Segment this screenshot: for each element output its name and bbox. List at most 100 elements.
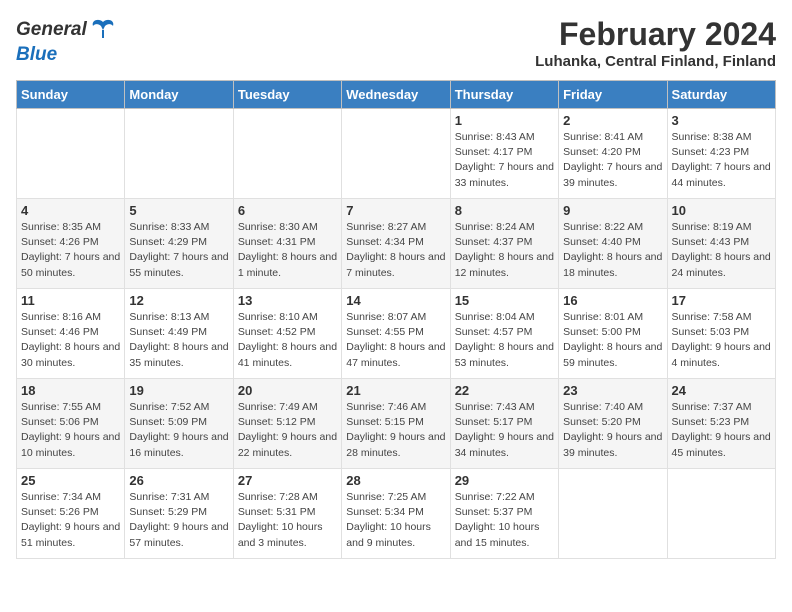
calendar-cell: 8 Sunrise: 8:24 AM Sunset: 4:37 PM Daylig… — [450, 199, 558, 289]
day-detail: Sunrise: 8:41 AM Sunset: 4:20 PM Dayligh… — [563, 130, 662, 191]
day-number: 15 — [455, 293, 554, 308]
day-number: 24 — [672, 383, 771, 398]
calendar-cell: 9Sunrise: 8:22 AM Sunset: 4:40 PM Daylig… — [559, 199, 667, 289]
day-number: 18 — [21, 383, 120, 398]
day-number: 2 — [563, 113, 662, 128]
day-number: 17 — [672, 293, 771, 308]
weekday-header-monday: Monday — [125, 81, 233, 109]
calendar-cell: 26 Sunrise: 7:31 AM Sunset: 5:29 PM Dayli… — [125, 469, 233, 559]
calendar-week-row: 4Sunrise: 8:35 AM Sunset: 4:26 PM Daylig… — [17, 199, 776, 289]
day-number: 7 — [346, 203, 445, 218]
calendar-cell: 29 Sunrise: 7:22 AM Sunset: 5:37 PM Dayli… — [450, 469, 558, 559]
page-title: February 2024 — [535, 16, 776, 53]
day-number: 16 — [563, 293, 662, 308]
calendar-cell — [17, 109, 125, 199]
day-number: 1 — [455, 113, 554, 128]
day-detail: Sunrise: 7:37 AM Sunset: 5:23 PM Dayligh… — [672, 400, 771, 461]
calendar-cell: 10 Sunrise: 8:19 AM Sunset: 4:43 PM Dayli… — [667, 199, 775, 289]
calendar-cell: 5 Sunrise: 8:33 AM Sunset: 4:29 PM Daylig… — [125, 199, 233, 289]
calendar-cell: 2 Sunrise: 8:41 AM Sunset: 4:20 PM Daylig… — [559, 109, 667, 199]
title-area: February 2024 Luhanka, Central Finland, … — [535, 16, 776, 70]
calendar-cell: 23 Sunrise: 7:40 AM Sunset: 5:20 PM Dayli… — [559, 379, 667, 469]
calendar-cell: 14Sunrise: 8:07 AM Sunset: 4:55 PM Dayli… — [342, 289, 450, 379]
calendar-cell: 22Sunrise: 7:43 AM Sunset: 5:17 PM Dayli… — [450, 379, 558, 469]
day-detail: Sunrise: 8:10 AM Sunset: 4:52 PM Dayligh… — [238, 310, 337, 371]
calendar-cell — [342, 109, 450, 199]
day-detail: Sunrise: 7:40 AM Sunset: 5:20 PM Dayligh… — [563, 400, 662, 461]
day-detail: Sunrise: 8:35 AM Sunset: 4:26 PM Dayligh… — [21, 220, 120, 281]
day-number: 5 — [129, 203, 228, 218]
calendar-cell — [559, 469, 667, 559]
calendar-week-row: 25 Sunrise: 7:34 AM Sunset: 5:26 PM Dayli… — [17, 469, 776, 559]
day-number: 28 — [346, 473, 445, 488]
day-detail: Sunrise: 8:04 AM Sunset: 4:57 PM Dayligh… — [455, 310, 554, 371]
day-number: 11 — [21, 293, 120, 308]
day-number: 26 — [129, 473, 228, 488]
calendar-cell: 4Sunrise: 8:35 AM Sunset: 4:26 PM Daylig… — [17, 199, 125, 289]
calendar-body: 1 Sunrise: 8:43 AM Sunset: 4:17 PM Daylig… — [17, 109, 776, 559]
day-detail: Sunrise: 7:46 AM Sunset: 5:15 PM Dayligh… — [346, 400, 445, 461]
calendar-cell: 24 Sunrise: 7:37 AM Sunset: 5:23 PM Dayli… — [667, 379, 775, 469]
calendar-cell: 21 Sunrise: 7:46 AM Sunset: 5:15 PM Dayli… — [342, 379, 450, 469]
weekday-header-thursday: Thursday — [450, 81, 558, 109]
day-number: 25 — [21, 473, 120, 488]
day-detail: Sunrise: 7:28 AM Sunset: 5:31 PM Dayligh… — [238, 490, 337, 551]
calendar-cell: 13 Sunrise: 8:10 AM Sunset: 4:52 PM Dayli… — [233, 289, 341, 379]
calendar-cell — [125, 109, 233, 199]
day-detail: Sunrise: 8:19 AM Sunset: 4:43 PM Dayligh… — [672, 220, 771, 281]
day-number: 13 — [238, 293, 337, 308]
day-number: 6 — [238, 203, 337, 218]
day-number: 14 — [346, 293, 445, 308]
day-detail: Sunrise: 8:13 AM Sunset: 4:49 PM Dayligh… — [129, 310, 228, 371]
calendar-cell: 3 Sunrise: 8:38 AM Sunset: 4:23 PM Daylig… — [667, 109, 775, 199]
day-number: 3 — [672, 113, 771, 128]
day-detail: Sunrise: 8:01 AM Sunset: 5:00 PM Dayligh… — [563, 310, 662, 371]
calendar-cell: 1 Sunrise: 8:43 AM Sunset: 4:17 PM Daylig… — [450, 109, 558, 199]
day-number: 23 — [563, 383, 662, 398]
logo-general-text: General — [16, 19, 87, 41]
day-detail: Sunrise: 7:49 AM Sunset: 5:12 PM Dayligh… — [238, 400, 337, 461]
day-detail: Sunrise: 7:34 AM Sunset: 5:26 PM Dayligh… — [21, 490, 120, 551]
day-detail: Sunrise: 7:22 AM Sunset: 5:37 PM Dayligh… — [455, 490, 554, 551]
page-subtitle: Luhanka, Central Finland, Finland — [535, 53, 776, 70]
day-number: 10 — [672, 203, 771, 218]
day-detail: Sunrise: 8:24 AM Sunset: 4:37 PM Dayligh… — [455, 220, 554, 281]
weekday-header-tuesday: Tuesday — [233, 81, 341, 109]
logo-blue-text: Blue — [16, 44, 57, 65]
day-number: 20 — [238, 383, 337, 398]
day-detail: Sunrise: 8:43 AM Sunset: 4:17 PM Dayligh… — [455, 130, 554, 191]
day-detail: Sunrise: 7:52 AM Sunset: 5:09 PM Dayligh… — [129, 400, 228, 461]
calendar-week-row: 1 Sunrise: 8:43 AM Sunset: 4:17 PM Daylig… — [17, 109, 776, 199]
calendar-cell: 20 Sunrise: 7:49 AM Sunset: 5:12 PM Dayli… — [233, 379, 341, 469]
day-number: 19 — [129, 383, 228, 398]
calendar-cell: 11 Sunrise: 8:16 AM Sunset: 4:46 PM Dayli… — [17, 289, 125, 379]
calendar-week-row: 18 Sunrise: 7:55 AM Sunset: 5:06 PM Dayli… — [17, 379, 776, 469]
day-detail: Sunrise: 7:43 AM Sunset: 5:17 PM Dayligh… — [455, 400, 554, 461]
calendar-cell: 18 Sunrise: 7:55 AM Sunset: 5:06 PM Dayli… — [17, 379, 125, 469]
calendar-cell: 28 Sunrise: 7:25 AM Sunset: 5:34 PM Dayli… — [342, 469, 450, 559]
day-detail: Sunrise: 8:38 AM Sunset: 4:23 PM Dayligh… — [672, 130, 771, 191]
calendar-week-row: 11 Sunrise: 8:16 AM Sunset: 4:46 PM Dayli… — [17, 289, 776, 379]
day-detail: Sunrise: 8:22 AM Sunset: 4:40 PM Dayligh… — [563, 220, 662, 281]
day-number: 29 — [455, 473, 554, 488]
day-number: 21 — [346, 383, 445, 398]
day-detail: Sunrise: 8:33 AM Sunset: 4:29 PM Dayligh… — [129, 220, 228, 281]
calendar-cell: 6Sunrise: 8:30 AM Sunset: 4:31 PM Daylig… — [233, 199, 341, 289]
weekday-header-saturday: Saturday — [667, 81, 775, 109]
calendar-cell: 25 Sunrise: 7:34 AM Sunset: 5:26 PM Dayli… — [17, 469, 125, 559]
day-number: 27 — [238, 473, 337, 488]
day-detail: Sunrise: 7:25 AM Sunset: 5:34 PM Dayligh… — [346, 490, 445, 551]
weekday-header-friday: Friday — [559, 81, 667, 109]
calendar-cell — [233, 109, 341, 199]
weekday-header-row: SundayMondayTuesdayWednesdayThursdayFrid… — [17, 81, 776, 109]
calendar-table: SundayMondayTuesdayWednesdayThursdayFrid… — [16, 80, 776, 559]
calendar-cell: 12Sunrise: 8:13 AM Sunset: 4:49 PM Dayli… — [125, 289, 233, 379]
weekday-header-wednesday: Wednesday — [342, 81, 450, 109]
header: General Blue February 2024 Luhanka, Cent… — [16, 16, 776, 70]
day-detail: Sunrise: 7:31 AM Sunset: 5:29 PM Dayligh… — [129, 490, 228, 551]
day-detail: Sunrise: 7:55 AM Sunset: 5:06 PM Dayligh… — [21, 400, 120, 461]
day-number: 8 — [455, 203, 554, 218]
calendar-cell: 16 Sunrise: 8:01 AM Sunset: 5:00 PM Dayli… — [559, 289, 667, 379]
calendar-cell: 15 Sunrise: 8:04 AM Sunset: 4:57 PM Dayli… — [450, 289, 558, 379]
day-detail: Sunrise: 8:16 AM Sunset: 4:46 PM Dayligh… — [21, 310, 120, 371]
